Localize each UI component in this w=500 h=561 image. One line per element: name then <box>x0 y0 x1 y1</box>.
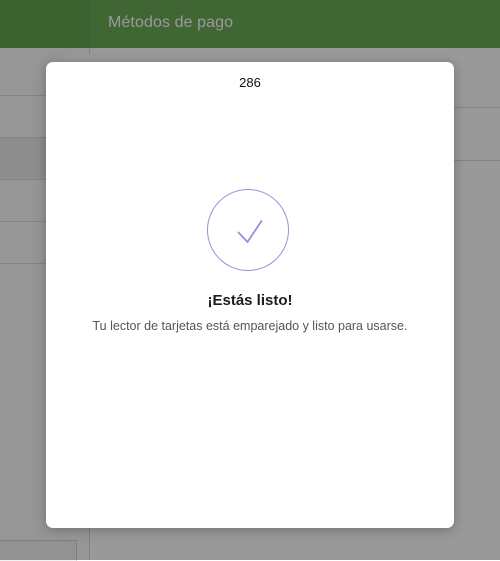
pairing-success-dialog: 286 ¡Estás listo! Tu lector de tarjetas … <box>46 62 454 528</box>
dialog-message: Tu lector de tarjetas está emparejado y … <box>92 319 408 333</box>
checkmark-icon <box>237 220 263 243</box>
dialog-number: 286 <box>239 75 261 90</box>
check-circle-icon <box>207 189 289 271</box>
dialog-title: ¡Estás listo! <box>207 292 293 309</box>
